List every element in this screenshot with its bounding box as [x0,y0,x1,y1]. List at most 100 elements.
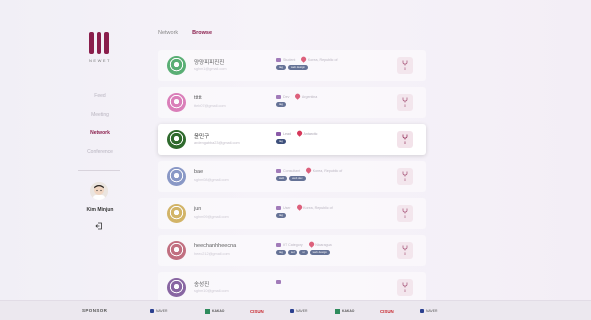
logo-icon[interactable] [89,32,109,54]
sidebar-nav: Feed Meeting Network Conference [40,87,160,161]
person-job: IIT Category [283,242,303,247]
like-count: 0 [404,252,406,256]
sponsor-logo[interactable]: NAVER [420,308,437,314]
person-email: ardengabba23@gmail.com [194,141,240,145]
briefcase-icon [276,94,281,99]
brand-name: NEWET [89,58,111,63]
person-avatar[interactable] [167,56,186,75]
people-list: 양양피피진진 sghm1@gmail.com Student Korea, Repub… [158,50,426,309]
person-info: Student Korea, Republic of tag web design [276,56,396,70]
person-name[interactable]: 윤민구 [194,132,209,140]
person-job: User [283,205,291,210]
nav-item-feed[interactable]: Feed [40,87,160,106]
person-info [276,278,396,287]
location-pin-icon [296,130,303,137]
sponsor-logo[interactable]: CISUN [250,308,264,314]
person-location: Korea, Republic of [312,168,343,173]
person-card[interactable]: bae sghm08@gmail.com Consultant Korea, Repu… [158,161,426,192]
like-icon [402,60,408,66]
person-avatar[interactable] [167,241,186,260]
skill-tag: web design [287,65,309,70]
person-email: tteb07@gmail.com [194,104,226,108]
person-location: Argentina [301,94,318,99]
like-icon [402,245,408,251]
person-info: Lead Antarctic tag [276,130,396,144]
sponsor-logo[interactable]: CISUN [380,308,394,314]
person-job: Student [283,57,296,62]
sponsor-logo[interactable]: NAVER [150,308,167,314]
person-name[interactable]: 송성진 [194,280,209,288]
like-button[interactable]: 0 [397,279,413,296]
tab-browse[interactable]: Browse [192,30,212,36]
nav-item-conference[interactable]: Conference [40,143,160,162]
like-count: 0 [404,178,406,182]
person-card[interactable]: 양양피피진진 sghm1@gmail.com Student Korea, Repub… [158,50,426,81]
sponsor-name: CISUN [250,308,264,314]
main-content: Network Browse 양양피피진진 sghm1@gmail.com Stud… [158,12,558,312]
sponsor-name: KAKAO [212,309,225,313]
nav-item-network[interactable]: Network [40,124,160,143]
location-pin-icon [307,241,315,248]
like-button[interactable]: 0 [397,57,413,74]
logout-icon[interactable] [95,217,103,230]
sponsor-footer: SPONSOR NAVER KAKAO CISUN NAVER KAKAO CISUN NA… [0,300,591,320]
person-name[interactable]: 양양피피진진 [194,58,224,66]
person-job: Dev [283,94,290,99]
location-pin-icon [300,56,307,63]
person-avatar[interactable] [167,93,186,112]
person-email: heec212@gmail.com [194,252,230,256]
person-name[interactable]: ttttt [194,95,202,101]
tag-list: tag web design [276,65,396,70]
sponsor-logo[interactable]: KAKAO [335,308,354,314]
person-info: IIT Category Nicaragua tag sel ui web design [276,241,396,255]
app: NEWET Feed Meeting Network Conference Ki… [40,12,560,312]
sponsor-mark-icon [335,308,340,314]
person-card[interactable]: 윤민구 ardengabba23@gmail.com Lead Antarctic ta… [158,124,426,155]
tag-list: tag sel ui web design [276,250,396,255]
like-button[interactable]: 0 [397,131,413,148]
like-button[interactable]: 0 [397,205,413,222]
sponsor-label: SPONSOR [82,308,108,313]
sponsor-name: NAVER [426,309,438,313]
skill-tag: web [276,176,288,181]
person-card[interactable]: 송성진 sghm10@gmail.com 0 [158,272,426,303]
sponsor-name: CISUN [380,308,394,314]
avatar[interactable] [90,182,108,200]
tab-network[interactable]: Network [158,30,178,36]
sponsor-logo[interactable]: KAKAO [205,308,224,314]
person-avatar[interactable] [167,204,186,223]
person-email: sghm09@gmail.com [194,215,229,219]
person-location: Nicaragua [315,242,332,247]
skill-tag: web dev [289,176,306,181]
person-card[interactable]: jun sghm09@gmail.com User Korea, Republic o… [158,198,426,229]
nav-item-meeting[interactable]: Meeting [40,106,160,125]
like-button[interactable]: 0 [397,94,413,111]
sponsor-logo[interactable]: NAVER [290,308,307,314]
person-card[interactable]: ttttt tteb07@gmail.com Dev Argentina tag 0 [158,87,426,118]
user-name: Kim Minjun [86,207,114,213]
person-location: Antarctic [303,131,318,136]
person-info: Consultant Korea, Republic of web web dev [276,167,396,181]
skill-tag: tag [276,65,286,70]
person-name[interactable]: jun [194,206,201,212]
person-name[interactable]: heechanhheecna [194,243,236,249]
person-location: Korea, Republic of [307,57,338,62]
person-name[interactable]: bae [194,169,203,175]
person-info: Dev Argentina tag [276,93,396,107]
like-icon [402,171,408,177]
sponsor-mark-icon [420,309,424,313]
person-avatar[interactable] [167,278,186,297]
like-button[interactable]: 0 [397,242,413,259]
like-icon [402,282,408,288]
person-avatar[interactable] [167,167,186,186]
person-avatar[interactable] [167,130,186,149]
person-email: sghm08@gmail.com [194,178,229,182]
briefcase-icon [276,57,281,62]
sponsor-name: KAKAO [342,309,355,313]
like-count: 0 [404,289,406,293]
location-pin-icon [295,204,303,211]
location-pin-icon [294,93,301,100]
like-button[interactable]: 0 [397,168,413,185]
person-card[interactable]: heechanhheecna heec212@gmail.com IIT Categ… [158,235,426,266]
skill-tag: web design [309,250,330,255]
